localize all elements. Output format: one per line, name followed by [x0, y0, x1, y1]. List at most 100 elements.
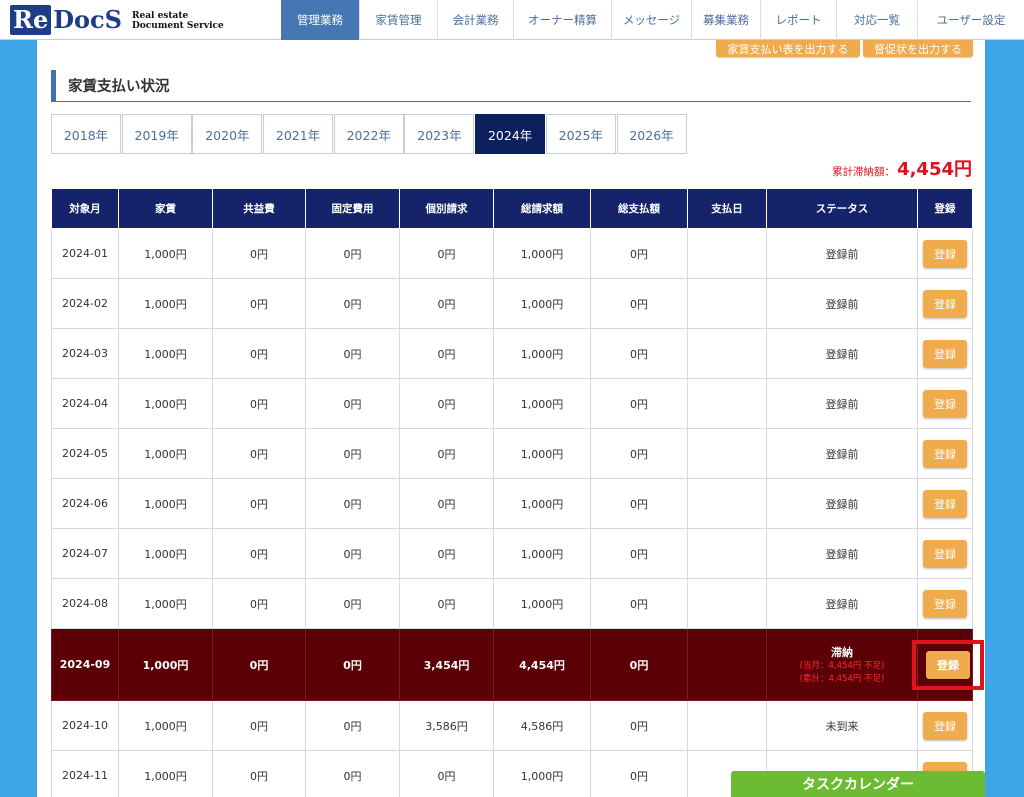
cell-total-billed: 1,000円: [493, 528, 591, 579]
task-calendar-button[interactable]: タスクカレンダー: [731, 771, 985, 797]
cell-total-paid: 0円: [590, 228, 688, 279]
col-header-register: 登録: [917, 188, 973, 229]
year-tab-2022[interactable]: 2022年: [333, 114, 404, 154]
register-button[interactable]: 登録: [923, 439, 967, 468]
status-label: 滞納: [831, 645, 853, 659]
nav-item-management[interactable]: 管理業務: [281, 0, 359, 40]
nav-item-recruitment[interactable]: 募集業務: [691, 0, 760, 40]
cell-month: 2024-02: [51, 278, 119, 329]
cell-total-billed: 4,454円: [493, 628, 591, 701]
nav-item-tasks-list[interactable]: 対応一覧: [836, 0, 917, 40]
year-tab-2025[interactable]: 2025年: [545, 114, 616, 154]
logo-tagline: Real estate Document Service: [132, 11, 224, 31]
status-label: 未到来: [825, 719, 859, 733]
main-nav: 管理業務 家賃管理 会計業務 オーナー精算 メッセージ 募集業務 レポート 対応…: [281, 0, 1024, 40]
status-label: 登録前: [825, 247, 859, 261]
cell-status: 登録前: [766, 378, 918, 429]
register-button[interactable]: 登録: [923, 289, 967, 318]
cell-status: 登録前: [766, 578, 918, 629]
app-logo[interactable]: Re DocS Real estate Document Service: [0, 0, 281, 40]
year-tab-2021[interactable]: 2021年: [263, 114, 334, 154]
highlight-frame: 登録: [912, 639, 984, 690]
cell-register: 登録: [917, 228, 973, 279]
cell-individual-billing: 0円: [399, 278, 494, 329]
year-tab-2020[interactable]: 2020年: [192, 114, 263, 154]
year-tabs: 2018年 2019年 2020年 2021年 2022年 2023年 2024…: [51, 114, 687, 154]
cell-rent: 1,000円: [118, 628, 213, 701]
cell-register: 登録: [917, 528, 973, 579]
table-row: 2024-01 1,000円 0円 0円 0円 1,000円 0円 登録前 登録: [51, 228, 973, 279]
year-tab-2019[interactable]: 2019年: [121, 114, 192, 154]
status-label: 登録前: [825, 447, 859, 461]
year-tab-2024[interactable]: 2024年: [475, 114, 546, 154]
nav-item-messages[interactable]: メッセージ: [611, 0, 691, 40]
nav-item-accounting[interactable]: 会計業務: [437, 0, 513, 40]
nav-item-owner-settlement[interactable]: オーナー精算: [513, 0, 611, 40]
cell-register: 登録: [917, 278, 973, 329]
register-button[interactable]: 登録: [923, 389, 967, 418]
cell-common-fee: 0円: [212, 528, 306, 579]
register-button[interactable]: 登録: [923, 539, 967, 568]
cell-total-billed: 1,000円: [493, 428, 591, 479]
col-header-individual-billing: 個別請求: [399, 188, 494, 229]
cell-rent: 1,000円: [118, 278, 213, 329]
cell-register: 登録: [917, 478, 973, 529]
cell-fixed-cost: 0円: [305, 750, 400, 797]
cell-payment-date: [687, 700, 767, 751]
cell-common-fee: 0円: [212, 228, 306, 279]
register-button[interactable]: 登録: [923, 489, 967, 518]
total-arrears-label: 累計滞納額：: [832, 166, 896, 178]
register-button[interactable]: 登録: [923, 339, 967, 368]
cell-month: 2024-07: [51, 528, 119, 579]
cell-individual-billing: 0円: [399, 578, 494, 629]
table-row: 2024-08 1,000円 0円 0円 0円 1,000円 0円 登録前 登録: [51, 578, 973, 629]
logo-tagline-line1: Real estate: [131, 11, 189, 21]
content-panel: 家賃支払い表を出力する 督促状を出力する 家賃支払い状況 2018年 2019年…: [37, 40, 985, 797]
nav-item-reports[interactable]: レポート: [760, 0, 836, 40]
cell-status: 登録前: [766, 528, 918, 579]
col-header-fixed-cost: 固定費用: [305, 188, 400, 229]
cell-month: 2024-06: [51, 478, 119, 529]
table-row: 2024-04 1,000円 0円 0円 0円 1,000円 0円 登録前 登録: [51, 378, 973, 429]
register-button[interactable]: 登録: [926, 650, 970, 679]
export-payment-table-button[interactable]: 家賃支払い表を出力する: [716, 40, 860, 57]
register-button[interactable]: 登録: [923, 589, 967, 618]
cell-fixed-cost: 0円: [305, 378, 400, 429]
register-button[interactable]: 登録: [923, 711, 967, 740]
cell-rent: 1,000円: [118, 428, 213, 479]
cell-month: 2024-11: [51, 750, 119, 797]
register-button[interactable]: 登録: [923, 239, 967, 268]
cell-rent: 1,000円: [118, 378, 213, 429]
table-row: 2024-02 1,000円 0円 0円 0円 1,000円 0円 登録前 登録: [51, 278, 973, 329]
export-demand-letter-button[interactable]: 督促状を出力する: [863, 40, 973, 57]
cell-total-billed: 1,000円: [493, 378, 591, 429]
col-header-status: ステータス: [766, 188, 918, 229]
year-tab-2023[interactable]: 2023年: [404, 114, 475, 154]
year-tab-2026[interactable]: 2026年: [616, 114, 687, 154]
cell-total-billed: 1,000円: [493, 228, 591, 279]
cell-total-billed: 4,586円: [493, 700, 591, 751]
logo-docs: DocS: [53, 5, 122, 34]
cell-register: 登録: [917, 328, 973, 379]
cell-individual-billing: 3,454円: [399, 628, 494, 701]
cell-register: 登録: [912, 628, 984, 701]
cell-common-fee: 0円: [212, 628, 306, 701]
nav-item-rent[interactable]: 家賃管理: [359, 0, 437, 40]
status-label: 登録前: [825, 397, 859, 411]
nav-item-user-settings[interactable]: ユーザー設定: [917, 0, 1024, 40]
cell-total-paid: 0円: [590, 278, 688, 329]
table-header-row: 対象月 家賃 共益費 固定費用 個別請求 総請求額 総支払額 支払日 ステータス…: [51, 188, 973, 229]
top-header: Re DocS Real estate Document Service 管理業…: [0, 0, 1024, 40]
col-header-total-paid: 総支払額: [590, 188, 688, 229]
col-header-common-fee: 共益費: [212, 188, 306, 229]
cell-fixed-cost: 0円: [305, 628, 400, 701]
cell-month: 2024-10: [51, 700, 119, 751]
cell-common-fee: 0円: [212, 428, 306, 479]
col-header-rent: 家賃: [118, 188, 213, 229]
year-tab-2018[interactable]: 2018年: [51, 114, 121, 154]
cell-common-fee: 0円: [212, 750, 306, 797]
cell-fixed-cost: 0円: [305, 578, 400, 629]
payment-table: 対象月 家賃 共益費 固定費用 個別請求 総請求額 総支払額 支払日 ステータス…: [51, 188, 984, 797]
cell-individual-billing: 0円: [399, 228, 494, 279]
cell-payment-date: [687, 378, 767, 429]
